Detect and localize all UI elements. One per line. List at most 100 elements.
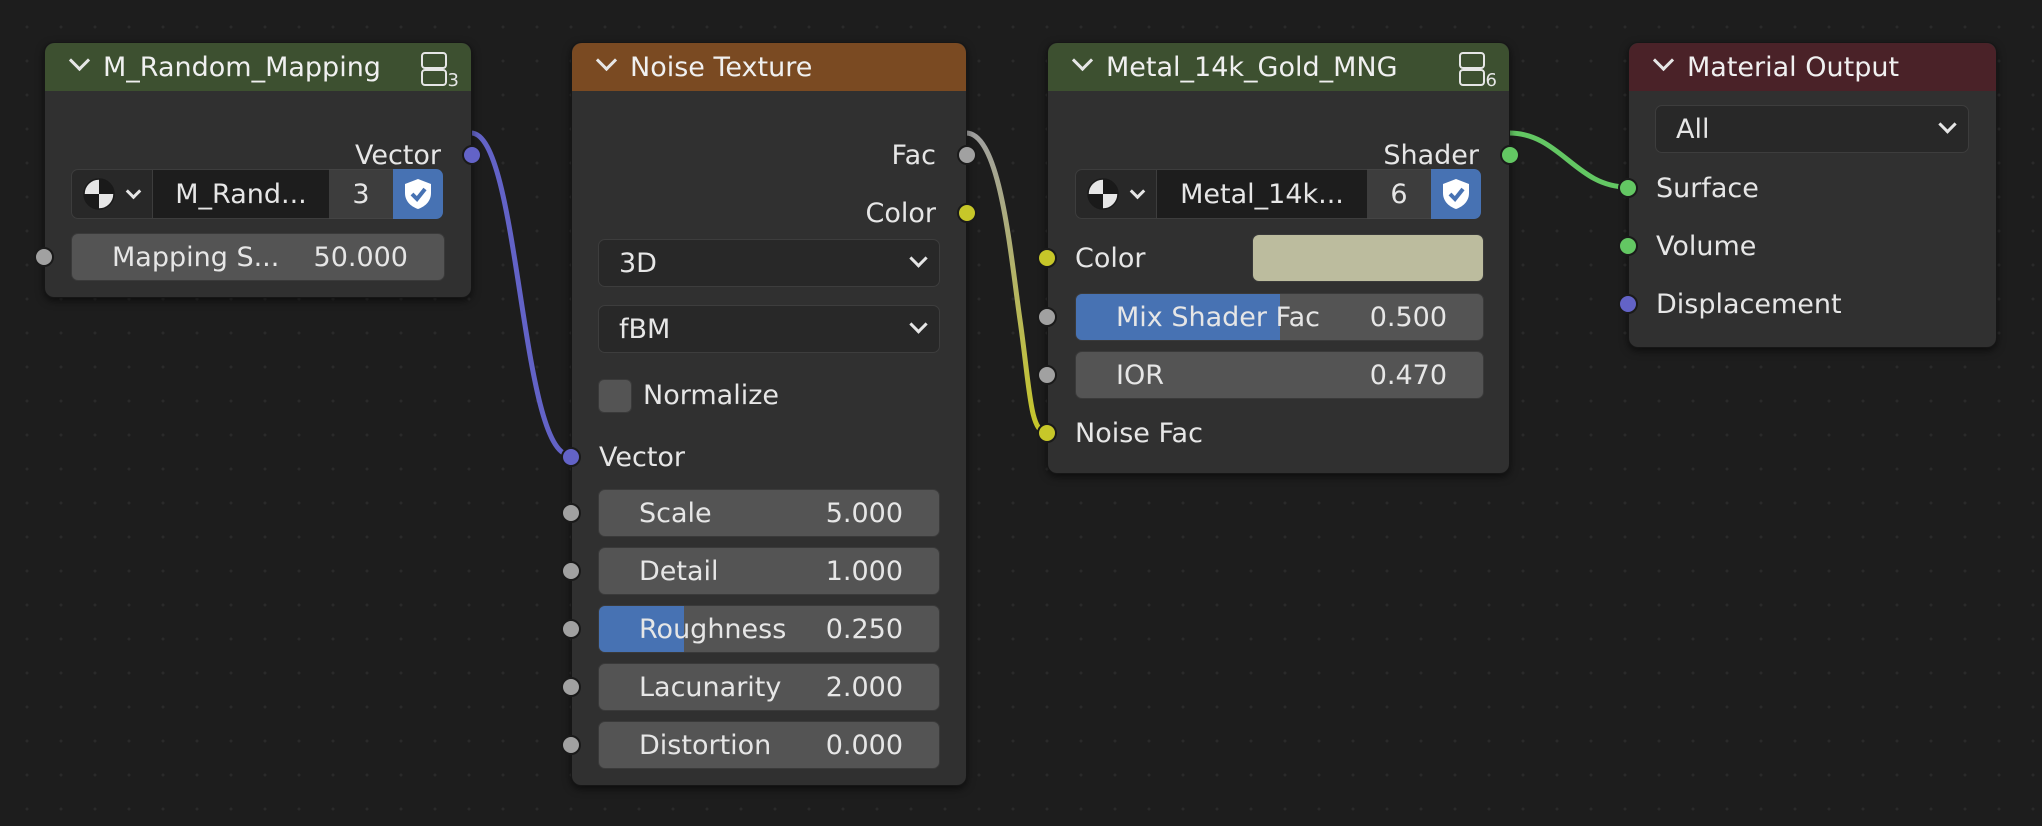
node-tree-browse-icon	[1087, 178, 1119, 210]
input-scale-socket[interactable]	[561, 503, 581, 523]
node-group-icon[interactable]: 6	[1457, 49, 1497, 91]
input-distortion-socket[interactable]	[561, 735, 581, 755]
field-value: 2.000	[825, 671, 903, 703]
input-noise-fac-row: Noise Fac	[1037, 411, 1509, 455]
input-noise-fac-socket[interactable]	[1037, 423, 1057, 443]
input-lacunarity-socket[interactable]	[561, 677, 581, 697]
field-label: Distortion	[639, 729, 772, 761]
node-tree-browse-icon	[83, 178, 115, 210]
input-color-socket[interactable]	[1037, 248, 1057, 268]
distortion-field[interactable]: Distortion 0.000	[598, 721, 940, 769]
field-value: 5.000	[825, 497, 903, 529]
input-vector-label: Vector	[599, 441, 686, 473]
node-group-icon[interactable]: 3	[419, 49, 459, 91]
input-vector-socket[interactable]	[561, 447, 581, 467]
output-color-socket[interactable]	[957, 203, 977, 223]
collapse-chevron-icon[interactable]	[596, 53, 616, 73]
scale-field[interactable]: Scale 5.000	[598, 489, 940, 537]
datablock-name-field[interactable]: Metal_14k...	[1157, 169, 1367, 219]
node-header[interactable]: Noise Texture	[572, 43, 966, 91]
group-datablock-selector[interactable]: M_Rand... 3	[71, 169, 443, 219]
collapse-chevron-icon[interactable]	[69, 53, 89, 73]
dimensions-value: 3D	[619, 247, 657, 279]
ior-field[interactable]: IOR 0.470	[1075, 351, 1484, 399]
chevron-down-icon	[1938, 115, 1957, 134]
output-fac-label: Fac	[891, 139, 936, 171]
group-datablock-selector[interactable]: Metal_14k... 6	[1075, 169, 1481, 219]
input-surface-socket[interactable]	[1618, 178, 1638, 198]
node-material-output[interactable]: Material Output All Surface Volume Displ…	[1618, 42, 1997, 348]
mix-shader-fac-field[interactable]: Mix Shader Fac 0.500	[1075, 293, 1484, 341]
fake-user-shield-icon[interactable]	[1431, 169, 1481, 219]
noise-type-value: fBM	[619, 313, 671, 345]
input-color-label: Color	[1075, 242, 1146, 274]
input-mapping-socket[interactable]	[34, 247, 54, 267]
group-users-count: 3	[447, 70, 459, 91]
datablock-users-count[interactable]: 6	[1367, 169, 1431, 219]
output-fac-socket[interactable]	[957, 145, 977, 165]
input-volume-socket[interactable]	[1618, 236, 1638, 256]
field-label: Detail	[639, 555, 719, 587]
node-title: Metal_14k_Gold_MNG	[1106, 51, 1398, 83]
input-surface-row: Surface	[1618, 166, 1996, 210]
output-fac-row: Fac	[572, 133, 977, 177]
link-metal-shader-to-output-surface	[1508, 130, 1628, 190]
detail-field[interactable]: Detail 1.000	[598, 547, 940, 595]
field-value: 50.000	[313, 241, 408, 273]
output-color-label: Color	[865, 197, 937, 229]
datablock-name-field[interactable]: M_Rand...	[153, 169, 329, 219]
input-ior-socket[interactable]	[1037, 365, 1057, 385]
roughness-field[interactable]: Roughness 0.250	[598, 605, 940, 653]
field-label: Mix Shader Fac	[1116, 301, 1321, 333]
field-value: 1.000	[825, 555, 903, 587]
input-surface-label: Surface	[1656, 172, 1759, 204]
node-metal-14k-gold[interactable]: Metal_14k_Gold_MNG 6 Shader Metal_14k...…	[1037, 42, 1520, 474]
chevron-down-icon	[909, 315, 928, 334]
noise-type-dropdown[interactable]: fBM	[598, 305, 940, 353]
normalize-checkbox[interactable]	[598, 379, 632, 413]
input-displacement-row: Displacement	[1618, 282, 1996, 326]
node-header[interactable]: M_Random_Mapping 3	[45, 43, 471, 91]
input-mix-shader-fac-socket[interactable]	[1037, 307, 1057, 327]
target-value: All	[1676, 113, 1710, 145]
input-volume-label: Volume	[1656, 230, 1757, 262]
field-value: 0.250	[825, 613, 903, 645]
output-vector-socket[interactable]	[462, 145, 482, 165]
fake-user-shield-icon[interactable]	[393, 169, 443, 219]
output-color-row: Color	[572, 191, 977, 235]
node-header[interactable]: Material Output	[1629, 43, 1996, 91]
output-vector-label: Vector	[354, 139, 441, 171]
input-displacement-label: Displacement	[1656, 288, 1842, 320]
node-title: M_Random_Mapping	[103, 51, 381, 83]
input-roughness-socket[interactable]	[561, 619, 581, 639]
datablock-browse-button[interactable]	[1075, 169, 1157, 219]
group-users-count: 6	[1485, 70, 1497, 91]
normalize-label: Normalize	[643, 380, 779, 411]
dimensions-dropdown[interactable]: 3D	[598, 239, 940, 287]
node-editor-canvas[interactable]: M_Random_Mapping 3 Vector M_Rand... 3 Ma…	[0, 0, 2042, 826]
node-header[interactable]: Metal_14k_Gold_MNG 6	[1048, 43, 1509, 91]
collapse-chevron-icon[interactable]	[1653, 53, 1673, 73]
mapping-scale-field[interactable]: Mapping S... 50.000	[71, 233, 445, 281]
output-shader-socket[interactable]	[1500, 145, 1520, 165]
field-label: Scale	[639, 497, 712, 529]
target-dropdown[interactable]: All	[1655, 105, 1969, 153]
input-noise-fac-label: Noise Fac	[1075, 417, 1203, 449]
lacunarity-field[interactable]: Lacunarity 2.000	[598, 663, 940, 711]
input-displacement-socket[interactable]	[1618, 294, 1638, 314]
field-label: Mapping S...	[112, 241, 280, 273]
link-mapping-vector-to-noise-vector	[470, 130, 571, 458]
output-shader-label: Shader	[1383, 139, 1479, 171]
node-noise-texture[interactable]: Noise Texture Fac Color 3D fBM Normalize…	[561, 42, 977, 786]
input-vector-row: Vector	[561, 435, 966, 479]
collapse-chevron-icon[interactable]	[1072, 53, 1092, 73]
datablock-users-count[interactable]: 3	[329, 169, 393, 219]
input-detail-socket[interactable]	[561, 561, 581, 581]
datablock-browse-button[interactable]	[71, 169, 153, 219]
node-m-random-mapping[interactable]: M_Random_Mapping 3 Vector M_Rand... 3 Ma…	[34, 42, 482, 298]
chevron-down-icon	[909, 249, 928, 268]
color-swatch[interactable]	[1252, 234, 1484, 282]
field-value: 0.470	[1369, 359, 1447, 391]
field-label: IOR	[1116, 359, 1164, 391]
field-label: Roughness	[639, 613, 787, 645]
